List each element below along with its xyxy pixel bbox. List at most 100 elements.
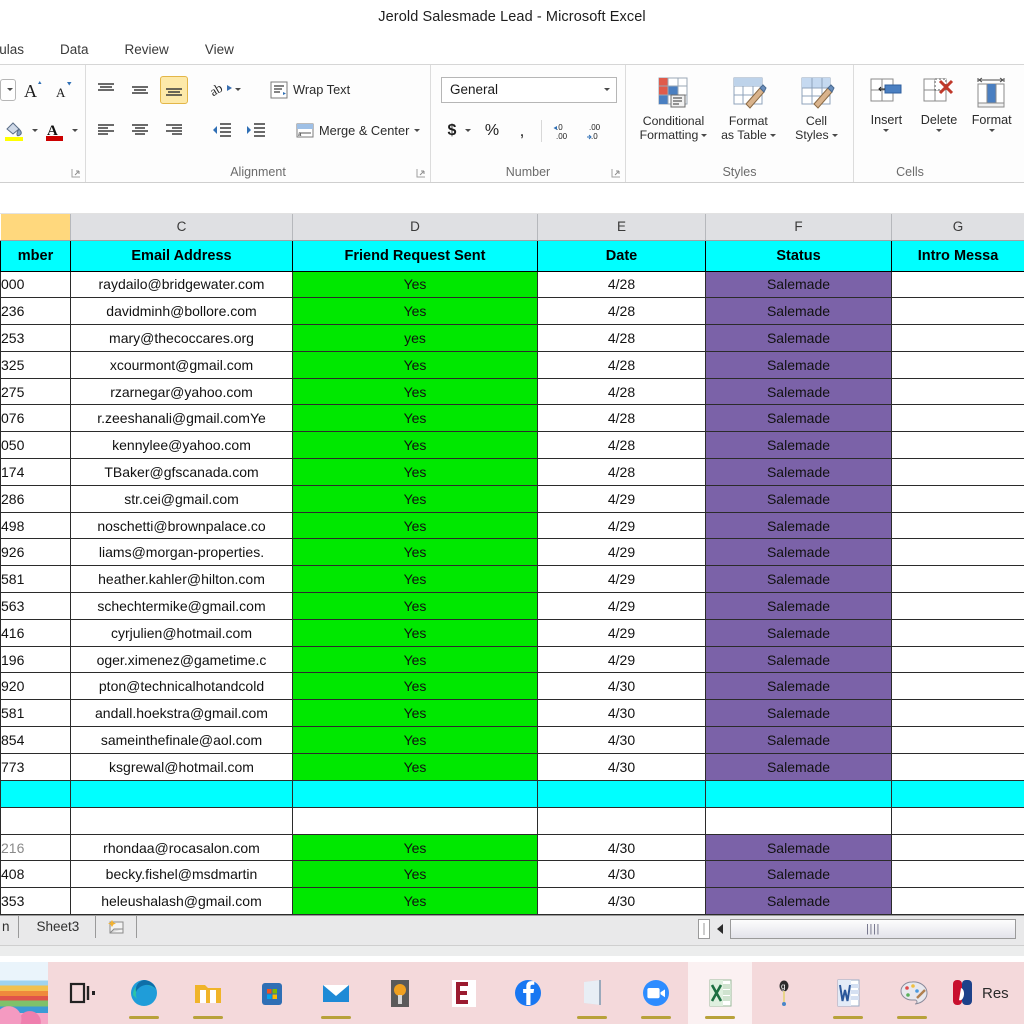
blank-row[interactable] xyxy=(0,806,1024,835)
chevron-down-icon[interactable] xyxy=(883,129,890,133)
cell-intro-message[interactable] xyxy=(891,511,1024,540)
increase-decimal-button[interactable]: .0 .00 xyxy=(550,117,582,145)
cell-number[interactable]: 286 xyxy=(0,484,71,513)
cell-status[interactable]: Salemade xyxy=(705,592,892,620)
header-cell-email-address[interactable]: Email Address xyxy=(70,239,293,272)
font-size-combo[interactable] xyxy=(0,78,16,101)
cell-status[interactable]: Salemade xyxy=(705,404,892,433)
cell-date[interactable]: 4/30 xyxy=(537,699,706,728)
decrease-decimal-button[interactable]: .00 .0 xyxy=(584,117,616,145)
wrap-text-button[interactable]: Wrap Text xyxy=(264,77,356,103)
cell-number[interactable]: 926 xyxy=(0,538,71,567)
ribbon-tab-data[interactable]: Data xyxy=(42,42,107,57)
table-row[interactable]: 216 rhondaa@rocasalon.com Yes 4/30 Salemade xyxy=(0,833,1024,862)
cell-intro-message[interactable] xyxy=(891,538,1024,567)
cell-status[interactable]: Salemade xyxy=(705,377,892,406)
font-color-button[interactable]: A xyxy=(42,117,68,145)
chevron-down-icon[interactable] xyxy=(988,129,995,133)
separator-cell[interactable] xyxy=(537,779,706,808)
cell-intro-message[interactable] xyxy=(891,404,1024,433)
table-row[interactable]: 408 becky.fishel@msdmartin Yes 4/30 Salemade xyxy=(0,860,1024,889)
separator-cell[interactable] xyxy=(70,779,293,808)
cell-intro-message[interactable] xyxy=(891,726,1024,754)
cell-number[interactable]: 408 xyxy=(0,860,71,889)
table-row[interactable]: 076 r.zeeshanali@gmail.comYe Yes 4/28 Salema… xyxy=(0,404,1024,433)
cell-intro-message[interactable] xyxy=(891,592,1024,620)
cell-status[interactable]: Salemade xyxy=(705,672,892,701)
font-dialog-launcher[interactable] xyxy=(71,168,81,178)
shrink-font-button[interactable]: A xyxy=(52,76,78,104)
cell-friend-request-sent[interactable]: yes xyxy=(292,324,538,352)
cell-intro-message[interactable] xyxy=(891,699,1024,728)
cell-number[interactable]: 563 xyxy=(0,592,71,620)
cell-intro-message[interactable] xyxy=(891,887,1024,916)
cell-status[interactable]: Salemade xyxy=(705,458,892,486)
format-cells-button[interactable]: Format xyxy=(965,69,1018,165)
cell-date[interactable]: 4/28 xyxy=(537,377,706,406)
cell-date[interactable]: 4/28 xyxy=(537,431,706,460)
cell-date[interactable]: 4/30 xyxy=(537,860,706,889)
cell-intro-message[interactable] xyxy=(891,324,1024,352)
cell-status[interactable]: Salemade xyxy=(705,618,892,647)
column-header-E[interactable]: E xyxy=(537,214,706,241)
column-header-C[interactable]: C xyxy=(70,214,293,241)
cell-email[interactable]: davidminh@bollore.com xyxy=(70,297,293,326)
cell-friend-request-sent[interactable]: Yes xyxy=(292,645,538,674)
cell-status[interactable]: Salemade xyxy=(705,484,892,513)
sheet-tab-truncated[interactable]: n xyxy=(0,916,19,939)
split-handle[interactable] xyxy=(698,919,710,940)
table-row[interactable]: 581 andall.hoekstra@gmail.com Yes 4/30 Salem… xyxy=(0,699,1024,728)
align-bottom-button[interactable] xyxy=(160,75,188,104)
cell-email[interactable]: andall.hoekstra@gmail.com xyxy=(70,699,293,728)
header-cell-intro-message[interactable]: Intro Messa xyxy=(891,239,1024,272)
fill-color-chevron-icon[interactable] xyxy=(32,129,38,132)
cell-date[interactable]: 4/28 xyxy=(537,458,706,486)
cell-friend-request-sent[interactable]: Yes xyxy=(292,565,538,594)
table-row[interactable]: 000 raydailo@bridgewater.com Yes 4/28 Salema… xyxy=(0,270,1024,299)
cell-email[interactable]: pton@technicalhotandcold xyxy=(70,672,293,701)
cell-number[interactable]: 854 xyxy=(0,726,71,754)
cell-number[interactable]: 581 xyxy=(0,699,71,728)
cell-date[interactable]: 4/30 xyxy=(537,887,706,916)
align-middle-button[interactable] xyxy=(126,76,154,104)
cell-intro-message[interactable] xyxy=(891,350,1024,379)
align-top-button[interactable] xyxy=(92,76,120,104)
currency-button[interactable]: $ xyxy=(441,119,463,143)
horizontal-scrollbar[interactable]: |||| xyxy=(730,919,1016,940)
cell-friend-request-sent[interactable]: Yes xyxy=(292,887,538,916)
cell-number[interactable]: 773 xyxy=(0,752,71,781)
cell-date[interactable]: 4/29 xyxy=(537,565,706,594)
ribbon-tab-formulas[interactable]: mulas xyxy=(0,42,42,57)
table-row[interactable]: 174 TBaker@gfscanada.com Yes 4/28 Salemade xyxy=(0,458,1024,486)
cell-status[interactable]: Salemade xyxy=(705,431,892,460)
table-row[interactable]: 563 schechtermike@gmail.com Yes 4/29 Salemad… xyxy=(0,592,1024,620)
cell-status[interactable]: Salemade xyxy=(705,511,892,540)
cell-friend-request-sent[interactable]: Yes xyxy=(292,431,538,460)
cell-friend-request-sent[interactable]: Yes xyxy=(292,270,538,299)
format-as-table-button[interactable]: Format as Table xyxy=(711,69,786,165)
ribbon-tab-view[interactable]: View xyxy=(187,42,252,57)
cell-status[interactable]: Salemade xyxy=(705,860,892,889)
separator-cell[interactable] xyxy=(891,779,1024,808)
cell-friend-request-sent[interactable]: Yes xyxy=(292,592,538,620)
cell-status[interactable]: Salemade xyxy=(705,297,892,326)
cell-email[interactable]: mary@thecoccares.org xyxy=(70,324,293,352)
cell-intro-message[interactable] xyxy=(891,458,1024,486)
chevron-down-icon[interactable] xyxy=(936,129,942,133)
taskbar-item-file-explorer[interactable] xyxy=(176,962,240,1024)
taskbar-item-task-view[interactable] xyxy=(48,962,112,1024)
table-row[interactable]: 926 liams@morgan-properties. Yes 4/29 Salema… xyxy=(0,538,1024,567)
cell-email[interactable]: noschetti@brownpalace.co xyxy=(70,511,293,540)
cell-status[interactable]: Salemade xyxy=(705,887,892,916)
merge-center-button[interactable]: a Merge & Center xyxy=(290,118,426,144)
cell-number[interactable]: 236 xyxy=(0,297,71,326)
cell-friend-request-sent[interactable]: Yes xyxy=(292,484,538,513)
cell-email[interactable]: heleushalash@gmail.com xyxy=(70,887,293,916)
cell-date[interactable]: 4/29 xyxy=(537,592,706,620)
cell-friend-request-sent[interactable]: Yes xyxy=(292,833,538,862)
cell-number[interactable]: 174 xyxy=(0,458,71,486)
cell-date[interactable]: 4/29 xyxy=(537,645,706,674)
separator-row[interactable] xyxy=(0,779,1024,808)
cell-number[interactable]: 581 xyxy=(0,565,71,594)
column-header-D[interactable]: D xyxy=(292,214,538,241)
